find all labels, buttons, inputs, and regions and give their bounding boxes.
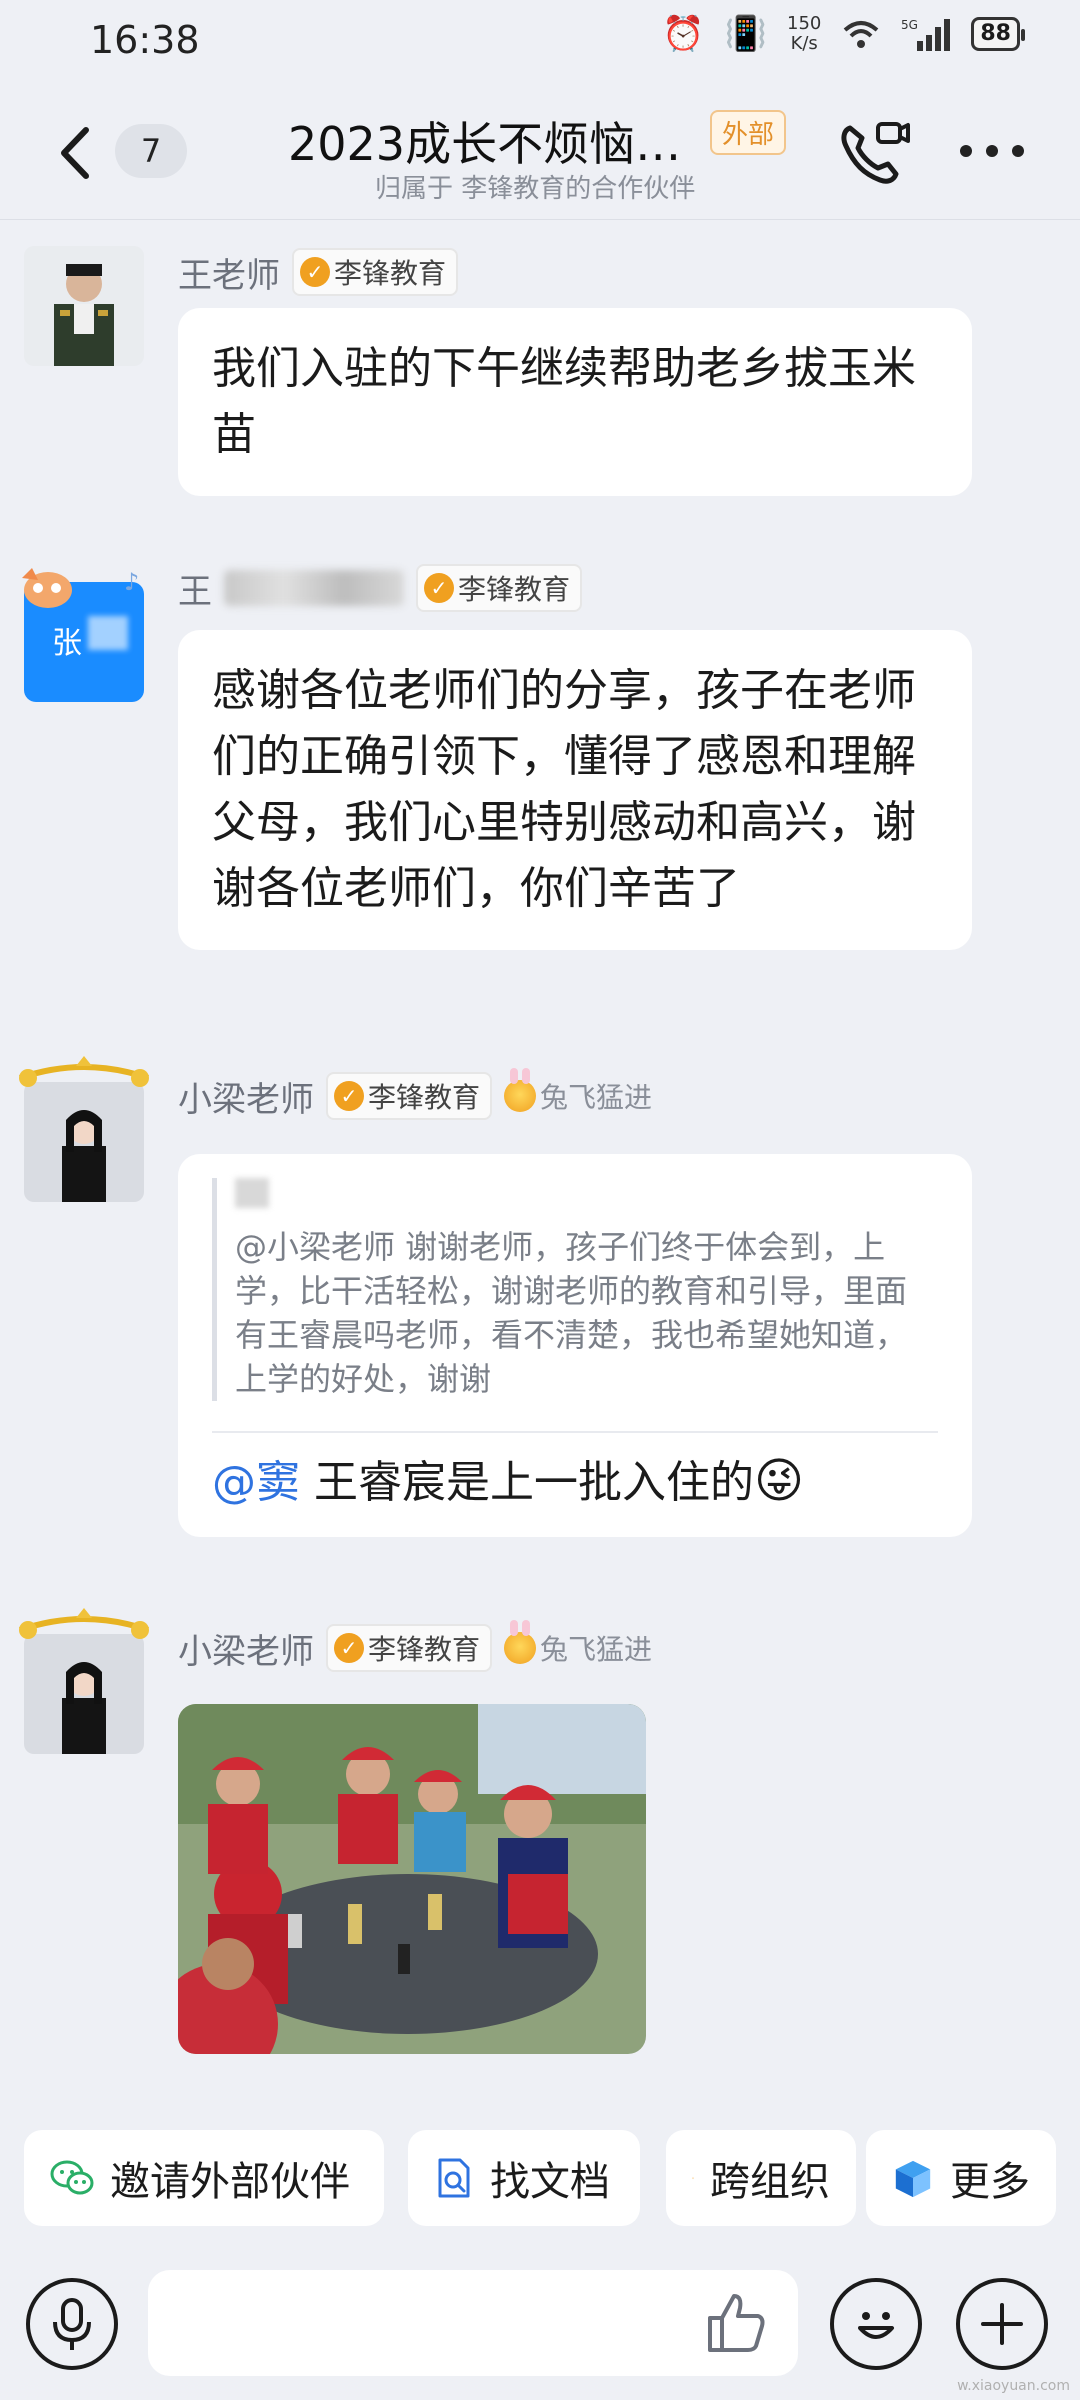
avatar[interactable]: [19, 1608, 149, 1754]
avatar[interactable]: 张 ♪: [22, 568, 144, 702]
verified-check-icon: ✓: [334, 1081, 364, 1111]
voice-button[interactable]: [26, 2278, 118, 2370]
input-bar: [0, 2262, 1080, 2382]
net-speed: 150 K/s: [787, 13, 822, 54]
signal-label: 5G: [901, 18, 918, 32]
chat-subtitle: 归属于 李锋教育的合作伙伴: [375, 174, 696, 204]
chat-title[interactable]: 2023成长不烦恼…: [288, 108, 681, 174]
signal-icon: 5G: [901, 18, 951, 51]
reply-text: 王睿宸是上一批入住的: [300, 1457, 754, 1508]
back-icon[interactable]: [50, 118, 100, 188]
status-bar: 16:38 ⏰ 📳 150 K/s 5G 88: [0, 0, 1080, 80]
reply-bubble[interactable]: @小梁老师 谢谢老师，孩子们终于体会到，上学，比干活轻松，谢谢老师的教育和引导，…: [178, 1154, 972, 1537]
video-call-icon[interactable]: [832, 114, 912, 194]
org-badge: ✓ 李锋教育: [292, 248, 459, 296]
avatar-teacher-crown-image: [19, 1608, 149, 1754]
smile-icon: [858, 2312, 894, 2339]
find-document-chip[interactable]: 找文档: [408, 2130, 640, 2226]
dot-icon: [960, 145, 972, 157]
sender-row: 王 ✓ 李锋教育: [178, 564, 583, 613]
divider: [212, 1431, 938, 1433]
cross-org-chip[interactable]: 跨组织: [666, 2130, 856, 2226]
quoted-text: @小梁老师 谢谢老师，孩子们终于体会到，上学，比干活轻松，谢谢老师的教育和引导，…: [235, 1228, 908, 1398]
dot-icon: [986, 145, 998, 157]
microphone-icon: [53, 2298, 91, 2350]
quoted-author-blurred: [235, 1178, 269, 1208]
reply-text-row: @窦 王睿宸是上一批入住的😜: [212, 1451, 938, 1513]
sender-row: 小梁老师 ✓ 李锋教育 兔飞猛进: [178, 1068, 652, 1121]
avatar[interactable]: [19, 1056, 149, 1202]
org-badge: ✓ 李锋教育: [326, 1072, 493, 1120]
avatar-blur: [88, 616, 128, 650]
verified-check-icon: ✓: [300, 257, 330, 287]
add-attachment-button[interactable]: [956, 2278, 1048, 2370]
sender-name[interactable]: 小梁老师: [178, 1624, 314, 1673]
sender-name[interactable]: 王老师: [178, 248, 280, 297]
unread-count-badge[interactable]: 7: [115, 124, 187, 178]
battery-indicator: 88: [971, 17, 1025, 51]
mention-link[interactable]: @窦: [212, 1457, 300, 1508]
photo-children-table-image: [178, 1704, 646, 2054]
sender-row: 小梁老师 ✓ 李锋教育 兔飞猛进: [178, 1620, 652, 1673]
verified-check-icon: ✓: [334, 1633, 364, 1663]
music-note-icon: ♪: [124, 568, 140, 596]
sender-row: 王老师 ✓ 李锋教育: [178, 248, 459, 297]
avatar-teacher-crown-image: [19, 1056, 149, 1202]
avatar-officer-image: [24, 246, 144, 366]
stamp-icon: [692, 2177, 694, 2179]
status-icons: ⏰ 📳 150 K/s 5G 88: [662, 13, 1025, 54]
plus-icon: [981, 2303, 1023, 2345]
medal-badge: 兔飞猛进: [504, 1068, 652, 1116]
message-bubble[interactable]: 感谢各位老师们的分享，孩子在老师们的正确引领下，懂得了感恩和理解父母，我们心里特…: [178, 630, 972, 950]
alarm-icon: ⏰: [662, 14, 705, 54]
chat-header: 7 2023成长不烦恼… 外部 归属于 李锋教育的合作伙伴: [0, 80, 1080, 220]
more-options-button[interactable]: [952, 136, 1032, 166]
status-time: 16:38: [90, 18, 200, 62]
verified-check-icon: ✓: [424, 573, 454, 603]
dot-icon: [1012, 145, 1024, 157]
quoted-message[interactable]: @小梁老师 谢谢老师，孩子们终于体会到，上学，比干活轻松，谢谢老师的教育和引导，…: [212, 1178, 938, 1401]
sender-name[interactable]: 王: [178, 564, 212, 613]
photo-message[interactable]: [178, 1704, 646, 2054]
org-badge: ✓ 李锋教育: [416, 564, 583, 612]
avatar[interactable]: [24, 246, 144, 366]
grin-emoji-icon: 😜: [754, 1453, 805, 1509]
rocket-decoration-icon: [22, 568, 72, 608]
org-badge: ✓ 李锋教育: [326, 1624, 493, 1672]
avatar-text: 张: [52, 626, 82, 661]
cube-icon: [895, 2160, 931, 2198]
invite-partner-chip[interactable]: 邀请外部伙伴: [24, 2130, 384, 2226]
wechat-icon: [50, 2160, 94, 2195]
wifi-icon: [844, 21, 879, 48]
watermark: w.xiaoyuan.com: [957, 2378, 1070, 2394]
thumbs-up-icon[interactable]: [700, 2288, 770, 2358]
rabbit-medal-icon: [504, 1620, 537, 1664]
more-chip[interactable]: 更多: [866, 2130, 1056, 2226]
message-bubble[interactable]: 我们入驻的下午继续帮助老乡拔玉米苗: [178, 308, 972, 496]
medal-badge: 兔飞猛进: [504, 1620, 652, 1668]
vibrate-icon: 📳: [724, 14, 768, 54]
sender-name[interactable]: 小梁老师: [178, 1072, 314, 1121]
emoji-button[interactable]: [830, 2278, 922, 2370]
rabbit-medal-icon: [504, 1068, 537, 1112]
external-tag: 外部: [710, 110, 787, 155]
blurred-sender-name: [224, 570, 404, 606]
quick-action-bar: 邀请外部伙伴 找文档 跨组织 更多: [0, 2130, 1080, 2226]
doc-search-icon: [438, 2158, 470, 2198]
